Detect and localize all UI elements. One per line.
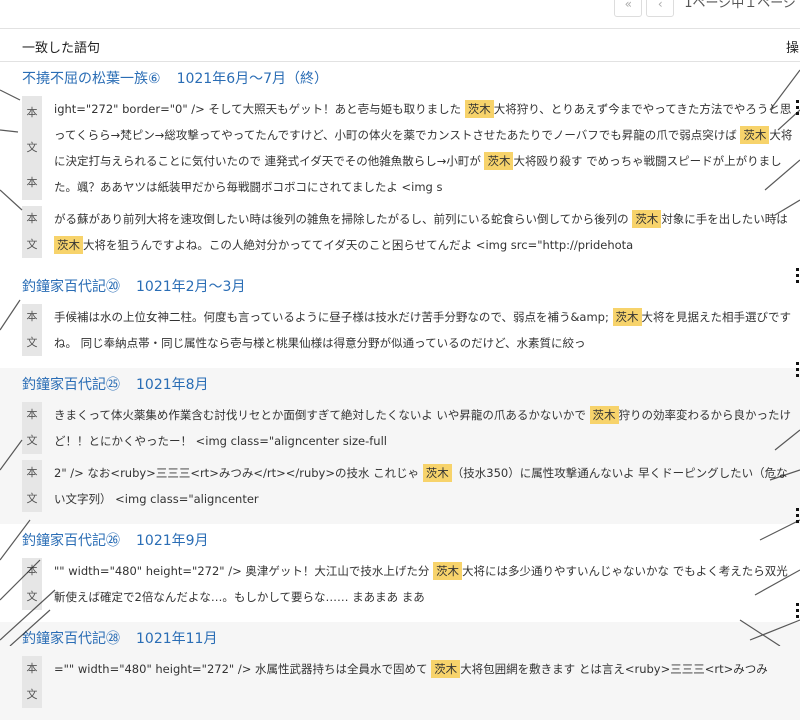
body-label: 本文	[22, 304, 42, 356]
snippet-text: ="" width="480" height="272" /> 水属性武器持ちは…	[54, 660, 768, 678]
snippet-text: 手候補は水の上位女神二柱。何度も言っているように昼子様は技水だけ苦手分野なので、…	[54, 308, 792, 350]
post-period[interactable]: 1021年11月	[136, 631, 217, 647]
result-item: 釣鐘家百代記㉕ 1021年8月 本文 きまくって体火薬集め作業含む討伐リセとか面倒…	[0, 368, 800, 524]
snippet-row: 本文 手候補は水の上位女神二柱。何度も言っているように昼子様は技水だけ苦手分野な…	[22, 304, 800, 356]
post-title[interactable]: 釣鐘家百代記⑳	[22, 279, 120, 295]
snippet-row: 本文 がる蘇があり前列大将を速攻倒したい時は後列の雑魚を掃除したがるし、前列にい…	[22, 206, 800, 258]
keyword-highlight: 茨木	[632, 210, 662, 228]
results-header: 一致した語句 操	[0, 28, 800, 62]
result-title-link[interactable]: 釣鐘家百代記㉕ 1021年8月	[22, 374, 800, 396]
keyword-highlight: 茨木	[612, 308, 642, 326]
result-item: 釣鐘家百代記㉖ 1021年9月 本文 "" width="480" height=…	[0, 524, 800, 622]
post-title[interactable]: 釣鐘家百代記㉘	[22, 631, 120, 647]
keyword-highlight: 茨木	[464, 100, 494, 118]
result-title-link[interactable]: 釣鐘家百代記㉖ 1021年9月	[22, 530, 800, 552]
post-period[interactable]: 1021年6月〜7月（終）	[177, 71, 328, 87]
body-label: 本文	[22, 402, 42, 454]
result-title-link[interactable]: 釣鐘家百代記⑳ 1021年2月〜3月	[22, 276, 800, 298]
keyword-highlight: 茨木	[589, 406, 619, 424]
column-header-action: 操	[786, 41, 800, 56]
body-label: 本文	[22, 206, 42, 258]
post-title[interactable]: 不撓不屈の松葉一族⑥	[22, 71, 161, 87]
snippet-text: きまくって体火薬集め作業含む討伐リセとか面倒すぎて絶対したくないよ いや昇龍の爪…	[54, 406, 792, 448]
snippet-row: 本文 "" width="480" height="272" /> 奥津ゲット！…	[22, 558, 800, 610]
keyword-highlight: 茨木	[54, 236, 83, 254]
snippet-text: ight="272" border="0" /> そして大照天もゲット！あと壱与…	[54, 100, 793, 194]
body-label: 本文	[22, 656, 42, 708]
result-item: 釣鐘家百代記⑳ 1021年2月〜3月 本文 手候補は水の上位女神二柱。何度も言って…	[0, 270, 800, 368]
snippet-row: 本文 ="" width="480" height="272" /> 水属性武器…	[22, 656, 800, 708]
keyword-highlight: 茨木	[422, 464, 452, 482]
body-label: 本文	[22, 460, 42, 512]
keyword-highlight: 茨木	[484, 152, 514, 170]
post-title[interactable]: 釣鐘家百代記㉖	[22, 533, 120, 549]
keyword-highlight: 茨木	[433, 562, 463, 580]
post-title[interactable]: 釣鐘家百代記㉕	[22, 377, 120, 393]
keyword-highlight: 茨木	[740, 126, 770, 144]
result-item: 不撓不屈の松葉一族⑥ 1021年6月〜7月（終） 本文本 ight="272" b…	[0, 62, 800, 270]
result-item: 釣鐘家百代記㉘ 1021年11月 本文 ="" width="480" heigh…	[0, 622, 800, 720]
first-page-button[interactable]: «	[614, 0, 643, 17]
snippet-row: 本文本 ight="272" border="0" /> そして大照天もゲット！…	[22, 96, 800, 200]
snippet-row: 本文 きまくって体火薬集め作業含む討伐リセとか面倒すぎて絶対したくないよ いや昇…	[22, 402, 800, 454]
column-header-match: 一致した語句	[22, 41, 101, 56]
keyword-highlight: 茨木	[431, 660, 461, 678]
results-list: 不撓不屈の松葉一族⑥ 1021年6月〜7月（終） 本文本 ight="272" b…	[0, 62, 800, 720]
result-title-link[interactable]: 釣鐘家百代記㉘ 1021年11月	[22, 628, 800, 650]
post-period[interactable]: 1021年2月〜3月	[136, 279, 245, 295]
post-period[interactable]: 1021年9月	[136, 533, 209, 549]
post-period[interactable]: 1021年8月	[136, 377, 209, 393]
snippet-row: 本文 2" /> なお<ruby>三三三<rt>みつみ</rt></ruby>の…	[22, 460, 800, 512]
body-label: 本文	[22, 558, 42, 610]
page-status: 1ページ中１ページ	[684, 0, 796, 11]
body-label: 本文本	[22, 96, 42, 200]
snippet-text: 2" /> なお<ruby>三三三<rt>みつみ</rt></ruby>の技水 …	[54, 464, 788, 506]
snippet-text: "" width="480" height="272" /> 奥津ゲット！大江山…	[54, 562, 788, 604]
top-bar: « ‹ 1ページ中１ページ	[0, 0, 800, 20]
prev-page-button[interactable]: ‹	[646, 0, 675, 17]
result-title-link[interactable]: 不撓不屈の松葉一族⑥ 1021年6月〜7月（終）	[22, 68, 800, 90]
pagination: « ‹ 1ページ中１ページ	[614, 0, 796, 17]
snippet-text: がる蘇があり前列大将を速攻倒したい時は後列の雑魚を掃除したがるし、前列にいる蛇食…	[54, 210, 788, 254]
